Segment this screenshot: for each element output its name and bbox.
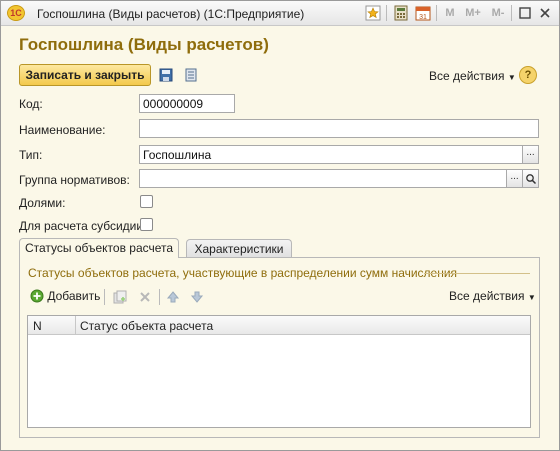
group-label: Группа нормативов: bbox=[19, 173, 130, 187]
column-header-n[interactable]: N bbox=[33, 319, 42, 333]
column-header-status[interactable]: Статус объекта расчета bbox=[80, 319, 213, 333]
list-icon[interactable] bbox=[183, 67, 199, 83]
delete-icon[interactable] bbox=[137, 289, 153, 305]
tab-panel: Статусы объектов расчета, участвующие в … bbox=[19, 257, 540, 438]
add-button[interactable]: Добавить bbox=[30, 289, 100, 305]
group-divider bbox=[424, 273, 530, 274]
svg-text:31: 31 bbox=[419, 14, 427, 21]
memory-button-m-minus[interactable]: M- bbox=[489, 5, 507, 21]
type-label: Тип: bbox=[19, 148, 43, 162]
search-icon bbox=[525, 174, 536, 185]
help-button[interactable]: ? bbox=[519, 66, 537, 84]
chevron-down-icon: ▼ bbox=[527, 293, 536, 302]
close-icon[interactable] bbox=[537, 5, 553, 21]
panel-all-actions-menu[interactable]: Все действия ▼ bbox=[449, 289, 536, 305]
form-window: 1C Госпошлина (Виды расчетов) (1С:Предпр… bbox=[0, 0, 560, 451]
name-label: Наименование: bbox=[19, 123, 106, 137]
toolbar-separator bbox=[386, 5, 387, 21]
type-select-button[interactable]: ... bbox=[522, 145, 539, 164]
group-field[interactable] bbox=[139, 169, 507, 188]
all-actions-label: Все действия bbox=[429, 69, 505, 83]
tab-characteristics[interactable]: Характеристики bbox=[186, 239, 292, 259]
save-icon[interactable] bbox=[158, 67, 174, 83]
table-header: N Статус объекта расчета bbox=[28, 316, 530, 335]
favorite-star-icon[interactable] bbox=[365, 5, 381, 21]
type-field[interactable] bbox=[139, 145, 523, 164]
group-select-button[interactable]: ... bbox=[506, 169, 523, 188]
chevron-down-icon: ▼ bbox=[507, 73, 516, 82]
column-divider[interactable] bbox=[75, 316, 76, 335]
toolbar-separator bbox=[104, 289, 105, 305]
toolbar-separator bbox=[436, 5, 437, 21]
move-up-icon[interactable] bbox=[165, 289, 181, 305]
add-icon bbox=[30, 289, 44, 303]
code-label: Код: bbox=[19, 97, 43, 111]
title-bar: 1C Госпошлина (Виды расчетов) (1С:Предпр… bbox=[1, 1, 559, 26]
toolbar-separator bbox=[511, 5, 512, 21]
maximize-icon[interactable] bbox=[517, 5, 533, 21]
toolbar-separator bbox=[159, 289, 160, 305]
statuses-table[interactable]: N Статус объекта расчета bbox=[27, 315, 531, 428]
shares-checkbox[interactable] bbox=[140, 195, 153, 208]
subsidy-label: Для расчета субсидии: bbox=[19, 219, 147, 233]
tab-object-statuses[interactable]: Статусы объектов расчета bbox=[19, 238, 179, 258]
subsidy-checkbox[interactable] bbox=[140, 218, 153, 231]
panel-all-actions-label: Все действия bbox=[449, 289, 525, 303]
add-button-label: Добавить bbox=[47, 289, 101, 303]
window-title: Госпошлина (Виды расчетов) (1С:Предприят… bbox=[37, 7, 305, 21]
code-field[interactable] bbox=[139, 94, 235, 113]
app-logo-icon[interactable]: 1C bbox=[7, 5, 25, 21]
calendar-icon[interactable]: 31 bbox=[415, 5, 431, 21]
calculator-icon[interactable] bbox=[393, 5, 409, 21]
copy-icon[interactable] bbox=[112, 289, 128, 305]
group-open-button[interactable] bbox=[522, 169, 539, 188]
save-and-close-button[interactable]: Записать и закрыть bbox=[19, 64, 151, 86]
memory-button-m-plus[interactable]: M+ bbox=[463, 5, 483, 21]
shares-label: Долями: bbox=[19, 196, 66, 210]
group-caption: Статусы объектов расчета, участвующие в … bbox=[28, 266, 458, 280]
move-down-icon[interactable] bbox=[189, 289, 205, 305]
memory-button-m[interactable]: M bbox=[444, 5, 456, 21]
all-actions-menu[interactable]: Все действия ▼ bbox=[429, 69, 516, 83]
name-field[interactable] bbox=[139, 119, 539, 138]
form-title: Госпошлина (Виды расчетов) bbox=[19, 35, 269, 54]
